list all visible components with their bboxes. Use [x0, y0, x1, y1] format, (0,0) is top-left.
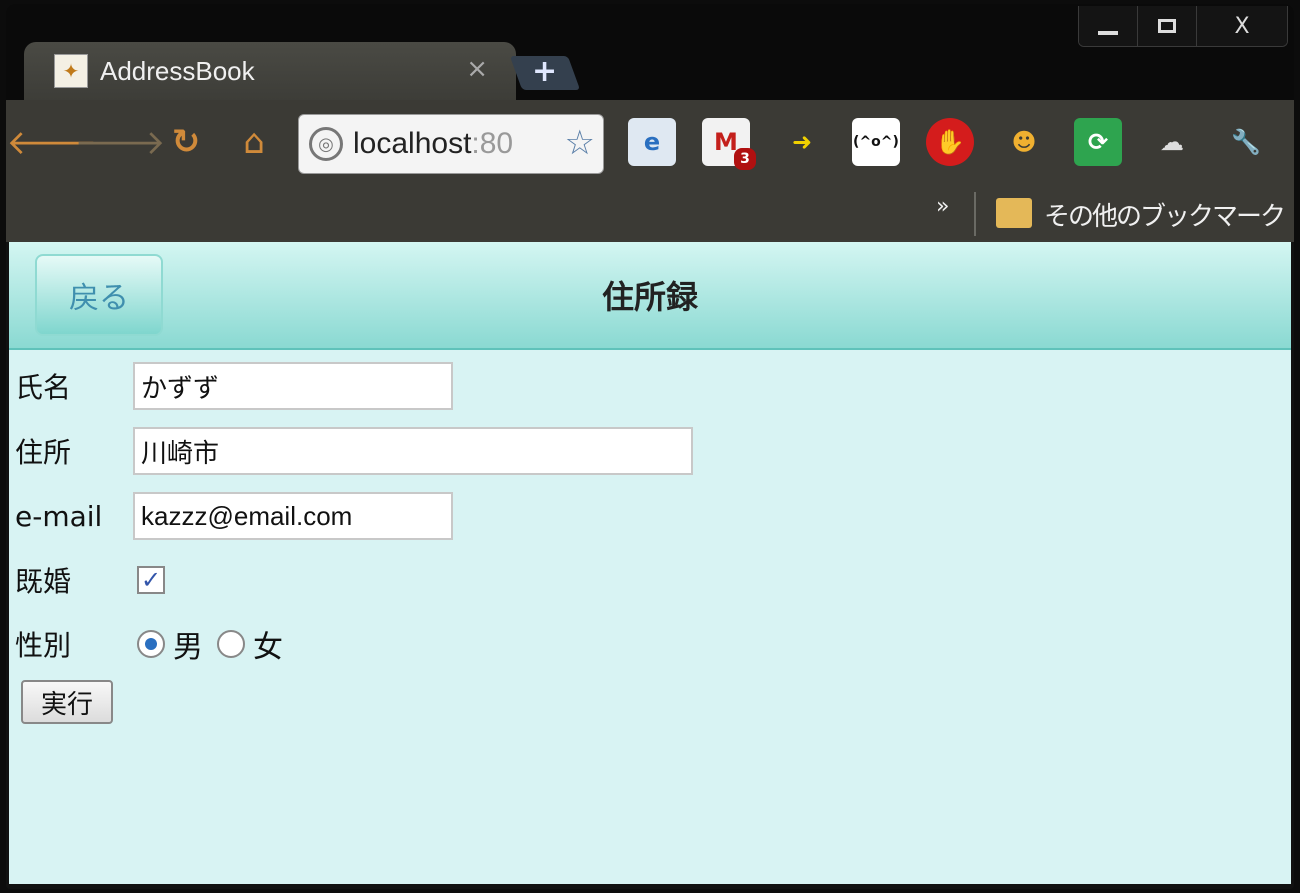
favicon-icon: ✦	[54, 54, 88, 88]
name-row: 氏名 かずず	[15, 362, 453, 410]
address-row: 住所 川崎市	[15, 427, 693, 475]
gmail-extension-icon[interactable]: M3	[702, 118, 756, 170]
bookmarks-chevron-icon[interactable]: »	[936, 194, 949, 219]
address-label: 住所	[15, 436, 72, 469]
send-to-phone-icon[interactable]: ➜	[778, 118, 826, 166]
submit-button[interactable]: 実行	[21, 680, 113, 724]
bookmarks-separator	[974, 192, 976, 236]
gender-label: 性別	[15, 629, 72, 662]
address-bar[interactable]: ◎ localhost:80 ☆	[298, 114, 604, 174]
close-window-button[interactable]: X	[1196, 6, 1287, 46]
married-row: 既婚 ✓	[15, 560, 165, 600]
weather-extension-icon[interactable]: ☁	[1148, 118, 1196, 166]
email-row: e-mail kazzz@email.com	[15, 492, 453, 540]
checkmark-icon: ✓	[140, 566, 162, 594]
new-tab-button[interactable]: +	[509, 54, 581, 90]
married-label: 既婚	[15, 565, 72, 598]
window-controls: X	[1078, 6, 1288, 47]
reload-icon[interactable]: ↻	[164, 120, 208, 164]
address-input[interactable]: 川崎市	[133, 427, 693, 475]
emoticon-extension-icon[interactable]: (^o^)	[852, 118, 900, 166]
email-label: e-mail	[15, 499, 103, 533]
folder-icon	[996, 198, 1032, 228]
bookmark-star-icon[interactable]: ☆	[565, 123, 595, 163]
gender-female-label: 女	[253, 630, 283, 665]
radio-selected-icon	[145, 638, 157, 650]
maximize-icon	[1158, 19, 1176, 33]
tab-addressbook[interactable]: ✦ AddressBook ×	[24, 42, 516, 100]
browser-window: X ✦ AddressBook × + 🡐 🡒 ↻ ⌂ ◎ localhost:…	[6, 4, 1294, 889]
mail-count-badge: 3	[734, 148, 756, 170]
gender-male-label: 男	[173, 630, 203, 665]
home-icon[interactable]: ⌂	[232, 120, 276, 164]
name-label: 氏名	[15, 371, 72, 404]
title-bar: X ✦ AddressBook × +	[6, 4, 1294, 100]
minimize-icon	[1098, 31, 1118, 35]
minimize-button[interactable]	[1079, 6, 1137, 46]
gender-female-radio[interactable]	[217, 630, 245, 658]
wrench-icon[interactable]: 🔧	[1222, 118, 1270, 166]
tab-close-icon[interactable]: ×	[466, 54, 488, 84]
plus-icon: +	[532, 54, 558, 89]
page-title: 住所録	[601, 278, 698, 316]
browser-toolbar: 🡐 🡒 ↻ ⌂ ◎ localhost:80 ☆ e M3 ➜ (^o^) ✋ …	[6, 100, 1294, 188]
face-extension-icon[interactable]: ☻	[1000, 118, 1048, 166]
married-checkbox[interactable]: ✓	[137, 566, 165, 594]
email-input[interactable]: kazzz@email.com	[133, 492, 453, 540]
gender-row: 性別 男 女	[15, 622, 297, 666]
back-arrow-icon[interactable]: 🡐	[6, 120, 97, 164]
maximize-button[interactable]	[1137, 6, 1196, 46]
page-header: 戻る 住所録	[9, 242, 1291, 350]
tab-title: AddressBook	[100, 55, 255, 86]
adblock-icon[interactable]: ✋	[926, 118, 974, 166]
gender-male-radio[interactable]	[137, 630, 165, 658]
name-input[interactable]: かずず	[133, 362, 453, 410]
sync-extension-icon[interactable]: ⟳	[1074, 118, 1122, 166]
forward-arrow-icon[interactable]: 🡒	[74, 120, 165, 164]
other-bookmarks-link[interactable]: その他のブックマーク	[1044, 196, 1286, 233]
ie-extension-icon[interactable]: e	[628, 118, 676, 166]
bookmarks-bar: » その他のブックマーク	[6, 188, 1294, 242]
globe-icon: ◎	[309, 127, 343, 161]
url-host: localhost	[353, 127, 472, 160]
url-port: :80	[471, 127, 514, 160]
page-content: 戻る 住所録 氏名 かずず 住所 川崎市 e-mail kazzz@email.…	[9, 242, 1291, 884]
